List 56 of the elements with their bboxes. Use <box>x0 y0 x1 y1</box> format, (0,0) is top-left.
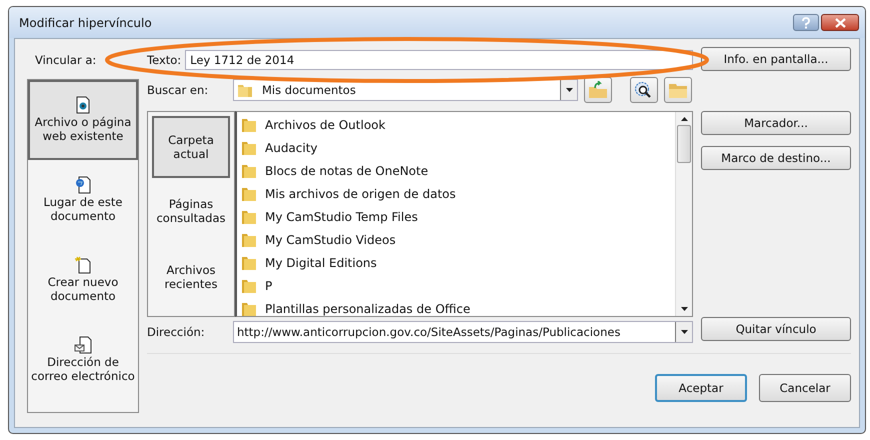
scroll-up-icon <box>680 117 688 121</box>
file-list-item[interactable]: P <box>237 274 675 297</box>
folder-icon <box>241 208 257 224</box>
text-field[interactable]: Ley 1712 de 2014 <box>185 50 693 70</box>
link-to-item[interactable]: Lugar de este documento <box>28 160 138 240</box>
new-document-icon <box>74 256 92 274</box>
link-to-item[interactable]: Archivo o página web existente <box>28 80 138 160</box>
dialog-button[interactable]: Marco de destino... <box>701 146 851 170</box>
folder-icon <box>241 278 257 294</box>
file-list-item[interactable]: Mis archivos de origen de datos <box>237 182 675 205</box>
window-title: Modificar hipervínculo <box>19 16 152 30</box>
browse-file-button[interactable] <box>664 77 692 103</box>
close-button[interactable] <box>821 14 859 31</box>
folder-icon <box>241 116 257 132</box>
folder-icon <box>237 82 253 98</box>
dialog-button[interactable]: Marcador... <box>701 111 851 135</box>
view-tab[interactable]: Archivos recientes <box>148 244 234 310</box>
view-tab[interactable]: Páginas consultadas <box>148 178 234 244</box>
folder-up-button[interactable] <box>584 77 612 103</box>
close-icon <box>834 18 846 28</box>
text-label: Texto: <box>147 53 182 67</box>
browse-web-button[interactable] <box>630 77 658 103</box>
file-list-item[interactable]: My CamStudio Videos <box>237 228 675 251</box>
help-button[interactable] <box>793 14 819 31</box>
folder-icon <box>241 140 257 156</box>
screen-tip-button[interactable]: Info. en pantalla... <box>701 47 851 71</box>
look-in-label: Buscar en: <box>147 83 210 97</box>
link-to-item[interactable]: Crear nuevo documento <box>28 240 138 320</box>
scrollbar[interactable] <box>675 112 692 316</box>
cancel-button[interactable]: Cancelar <box>759 374 851 402</box>
open-folder-icon <box>668 81 688 99</box>
folder-icon <box>241 162 257 178</box>
file-list-item[interactable]: Blocs de notas de OneNote <box>237 159 675 182</box>
scroll-down-icon <box>680 307 688 311</box>
folder-icon <box>241 232 257 248</box>
link-to-item[interactable]: Dirección de correo electrónico <box>28 320 138 400</box>
address-field[interactable]: http://www.anticorrupcion.gov.co/SiteAssets/Paginas/Publicaciones <box>233 321 693 343</box>
address-label: Dirección: <box>147 325 206 339</box>
ok-button[interactable]: Aceptar <box>655 374 747 402</box>
link-to-label: Vincular a: <box>34 53 98 67</box>
view-tab[interactable]: Carpeta actual <box>152 116 230 178</box>
file-list-item[interactable]: Archivos de Outlook <box>237 113 675 136</box>
folder-arrow-icon <box>588 81 608 99</box>
folder-icon <box>241 254 257 270</box>
file-list-item[interactable]: Audacity <box>237 136 675 159</box>
folder-icon <box>241 186 257 202</box>
file-list-item[interactable]: My CamStudio Temp Files <box>237 205 675 228</box>
remove-link-button[interactable]: Quitar vínculo <box>701 317 851 341</box>
document-globe-icon <box>74 176 92 194</box>
file-list-item[interactable]: Plantillas personalizadas de Office <box>237 297 675 316</box>
web-file-icon <box>74 96 92 114</box>
mail-document-icon <box>74 336 92 354</box>
folder-icon <box>241 300 257 316</box>
help-icon <box>801 16 811 28</box>
file-list-item[interactable]: My Digital Editions <box>237 251 675 274</box>
scroll-thumb[interactable] <box>677 125 691 163</box>
